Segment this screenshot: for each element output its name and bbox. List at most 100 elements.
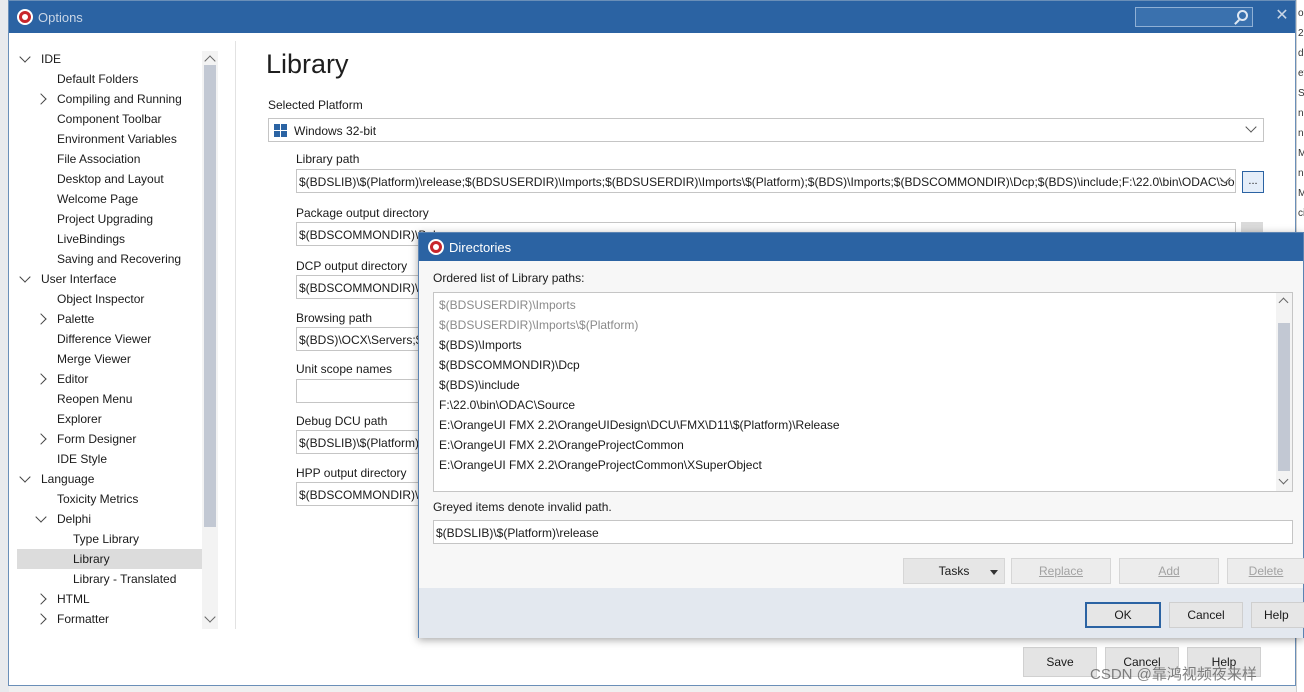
path-input[interactable]: $(BDSLIB)\$(Platform)\release	[433, 520, 1293, 544]
tasks-button-label: Tasks	[938, 564, 970, 578]
scroll-down-icon[interactable]	[204, 611, 216, 623]
tree-item-label: Library	[73, 552, 110, 566]
close-icon[interactable]: ✕	[1275, 8, 1289, 24]
tree-item-label: Saving and Recovering	[57, 252, 182, 266]
tree-item[interactable]: Default Folders	[17, 69, 211, 89]
tree-item[interactable]: Saving and Recovering	[17, 249, 211, 269]
save-button[interactable]: Save	[1023, 647, 1097, 677]
dialog-cancel-button[interactable]: Cancel	[1169, 602, 1243, 628]
tree-item[interactable]: IDE Style	[17, 449, 211, 469]
tree-item[interactable]: Welcome Page	[17, 189, 211, 209]
tree-item[interactable]: Form Designer	[17, 429, 211, 449]
add-button[interactable]: Add	[1119, 558, 1219, 584]
background-text-fragment: Ma	[1298, 188, 1304, 199]
tree-item[interactable]: Environment Variables	[17, 129, 211, 149]
chevron-right-icon[interactable]	[35, 433, 47, 445]
tree-item-label: Delphi	[57, 512, 92, 526]
package-output-value: $(BDSCOMMONDIR)\Bpl	[299, 228, 436, 242]
tree-item[interactable]: Palette	[17, 309, 211, 329]
dialog-title: Directories	[449, 240, 512, 255]
tree-item[interactable]: Delphi	[17, 509, 211, 529]
chevron-down-icon[interactable]	[35, 511, 47, 523]
library-path-browse-button[interactable]: ...	[1242, 171, 1264, 193]
tree-item[interactable]: Project Upgrading	[17, 209, 211, 229]
library-path-field[interactable]: $(BDSLIB)\$(Platform)\release;$(BDSUSERD…	[296, 169, 1236, 193]
background-text-fragment: d	[1298, 48, 1304, 59]
tree-item[interactable]: Type Library	[17, 529, 211, 549]
options-tree: IDE Default Folders Compiling and Running C…	[17, 49, 211, 629]
chevron-down-icon[interactable]	[1245, 121, 1257, 133]
list-item[interactable]: F:\22.0\bin\ODAC\Source	[439, 395, 575, 415]
tree-scrollbar[interactable]	[202, 51, 218, 629]
scroll-up-icon[interactable]	[1278, 297, 1289, 308]
chevron-right-icon[interactable]	[35, 373, 47, 385]
tree-item[interactable]: Difference Viewer	[17, 329, 211, 349]
tree-item[interactable]: IDE	[17, 49, 211, 69]
tree-item[interactable]: Toxicity Metrics	[17, 489, 211, 509]
caret-down-icon[interactable]	[990, 570, 998, 575]
dcp-output-label: DCP output directory	[296, 259, 408, 273]
list-item[interactable]: $(BDSUSERDIR)\Imports	[439, 295, 576, 315]
list-item[interactable]: E:\OrangeUI FMX 2.2\OrangeProjectCommon\…	[439, 455, 762, 475]
chevron-right-icon[interactable]	[35, 93, 47, 105]
ok-button[interactable]: OK	[1085, 602, 1161, 628]
tree-item[interactable]: Merge Viewer	[17, 349, 211, 369]
tree-item[interactable]: User Interface	[17, 269, 211, 289]
list-scroll-thumb[interactable]	[1278, 323, 1290, 471]
platform-combo[interactable]: Windows 32-bit	[268, 118, 1264, 142]
replace-button[interactable]: Replace	[1011, 558, 1111, 584]
tree-item-label: User Interface	[41, 272, 117, 286]
windows-icon	[274, 124, 288, 138]
chevron-down-icon[interactable]	[19, 471, 31, 483]
list-scrollbar[interactable]	[1276, 293, 1292, 491]
tree-item[interactable]: Language	[17, 469, 211, 489]
tree-item-label: Default Folders	[57, 72, 139, 86]
tree-item[interactable]: Component Toolbar	[17, 109, 211, 129]
app-logo-icon	[428, 239, 444, 255]
tree-item[interactable]: Explorer	[17, 409, 211, 429]
library-paths-list[interactable]: $(BDSUSERDIR)\Imports $(BDSUSERDIR)\Impor…	[433, 292, 1293, 492]
dialog-help-button[interactable]: Help	[1251, 602, 1304, 628]
list-item[interactable]: $(BDS)\include	[439, 375, 520, 395]
list-item[interactable]: E:\OrangeUI FMX 2.2\OrangeUIDesign\DCU\F…	[439, 415, 840, 435]
tree-item[interactable]: HTML	[17, 589, 211, 609]
title-search-box[interactable]	[1135, 7, 1253, 27]
search-icon[interactable]	[1237, 10, 1248, 21]
window-title: Options	[38, 10, 83, 25]
delete-button[interactable]: Delete	[1227, 558, 1304, 584]
list-item[interactable]: $(BDS)\Imports	[439, 335, 522, 355]
background-text-fragment: 22	[1298, 28, 1304, 39]
list-item[interactable]: E:\OrangeUI FMX 2.2\OrangeProjectCommon	[439, 435, 684, 455]
tree-item[interactable]: Library	[17, 549, 211, 569]
tree-item[interactable]: Reopen Menu	[17, 389, 211, 409]
tree-item[interactable]: Formatter	[17, 609, 211, 629]
tree-item-label: Object Inspector	[57, 292, 145, 306]
tree-item[interactable]: LiveBindings	[17, 229, 211, 249]
list-item[interactable]: $(BDSCOMMONDIR)\Dcp	[439, 355, 580, 375]
hpp-output-label: HPP output directory	[296, 466, 407, 480]
scroll-down-icon[interactable]	[1278, 474, 1289, 485]
chevron-right-icon[interactable]	[35, 613, 47, 625]
package-output-label: Package output directory	[296, 206, 429, 220]
watermark: CSDN @靠鸿视频夜来样	[1090, 666, 1257, 683]
tree-item-label: Merge Viewer	[57, 352, 131, 366]
chevron-down-icon[interactable]	[19, 51, 31, 63]
tree-scroll-thumb[interactable]	[204, 65, 216, 527]
tree-item[interactable]: Library - Translated	[17, 569, 211, 589]
options-titlebar: Options ✕	[9, 1, 1295, 33]
path-input-value: $(BDSLIB)\$(Platform)\release	[436, 526, 599, 540]
list-item[interactable]: $(BDSUSERDIR)\Imports\$(Platform)	[439, 315, 638, 335]
tree-item[interactable]: File Association	[17, 149, 211, 169]
tree-item-label: IDE Style	[57, 452, 108, 466]
unit-scope-label: Unit scope names	[296, 362, 393, 376]
list-label: Ordered list of Library paths:	[433, 271, 585, 285]
tree-item[interactable]: Desktop and Layout	[17, 169, 211, 189]
tree-item[interactable]: Object Inspector	[17, 289, 211, 309]
tree-item[interactable]: Compiling and Running	[17, 89, 211, 109]
chevron-down-icon[interactable]	[19, 271, 31, 283]
tasks-button[interactable]: Tasks	[903, 558, 1005, 584]
chevron-right-icon[interactable]	[35, 313, 47, 325]
tree-item-label: IDE	[41, 52, 62, 66]
chevron-right-icon[interactable]	[35, 593, 47, 605]
tree-item[interactable]: Editor	[17, 369, 211, 389]
